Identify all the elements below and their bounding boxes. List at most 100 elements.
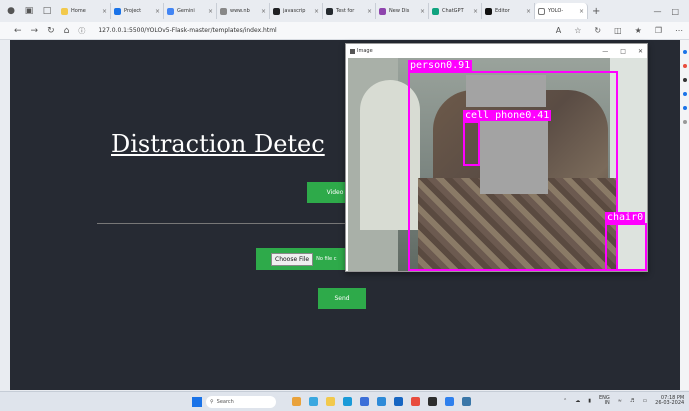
tab-label: Test for: [336, 8, 355, 14]
store-icon[interactable]: [360, 397, 369, 406]
copilot-icon[interactable]: [682, 50, 687, 54]
image-close-icon[interactable]: ✕: [638, 48, 643, 55]
read-aloud-icon[interactable]: A: [556, 26, 561, 35]
choose-file-button[interactable]: Choose File: [271, 252, 314, 266]
wifi-icon[interactable]: ≈: [618, 398, 622, 404]
camera-feed: person0.91 cell phone0.41 chair0: [348, 58, 647, 271]
tab-close-icon[interactable]: ×: [155, 8, 160, 15]
edge-icon[interactable]: [343, 397, 352, 406]
image-window-title: Image: [357, 48, 373, 54]
tab-favicon-icon: [167, 7, 174, 15]
tab-favicon-icon: [61, 7, 68, 15]
split-screen-icon[interactable]: ◫: [614, 26, 622, 35]
taskbar: ⚲ Search ⌃ ☁ ▮ ENG IN ≈ ♬ ▭ 07:18 PM 26-: [0, 391, 689, 411]
brave-icon[interactable]: [411, 397, 420, 406]
send-button[interactable]: Send: [318, 288, 366, 309]
image-minimize-icon[interactable]: —: [602, 48, 608, 55]
image-window[interactable]: Image — □ ✕ person0.91 cell phone0.41 ch…: [345, 43, 648, 272]
python-icon[interactable]: [462, 397, 471, 406]
tray-overflow-icon[interactable]: ⌃: [563, 398, 567, 404]
tab-favicon-icon: [273, 7, 280, 15]
person-detection-label: person0.91: [408, 60, 473, 71]
new-tab-button[interactable]: +: [592, 6, 600, 17]
tab-label: Project: [124, 8, 142, 14]
language-indicator[interactable]: ENG IN: [599, 396, 610, 406]
favorite-icon[interactable]: ☆: [574, 26, 581, 35]
battery-icon[interactable]: ▭: [642, 398, 647, 404]
chair-bounding-box: [605, 223, 647, 271]
tab-close-icon[interactable]: ×: [526, 8, 531, 15]
taskbar-search[interactable]: ⚲ Search: [206, 396, 276, 408]
file-explorer-icon[interactable]: [326, 397, 335, 406]
tab-favicon-icon: [326, 7, 333, 15]
system-tray: ⌃ ☁ ▮ ENG IN ≈ ♬ ▭ 07:18 PM 26-03-2024: [563, 396, 684, 406]
tab-favicon-icon: [114, 7, 121, 15]
vscode-icon[interactable]: [445, 397, 454, 406]
collections-icon[interactable]: ❐: [655, 26, 662, 35]
forward-icon[interactable]: →: [31, 26, 39, 36]
maximize-icon[interactable]: □: [671, 7, 679, 16]
image-maximize-icon[interactable]: □: [620, 48, 626, 55]
browser-tab[interactable]: javascrip ×: [270, 3, 323, 19]
profile-icon[interactable]: ●: [4, 4, 18, 18]
widget-icon[interactable]: [292, 397, 301, 406]
home-icon[interactable]: ⌂: [64, 26, 70, 36]
mail-icon[interactable]: [394, 397, 403, 406]
tab-label: javascrip: [283, 8, 306, 14]
tools-icon[interactable]: [682, 78, 687, 82]
tab-close-icon[interactable]: ×: [208, 8, 213, 15]
browser-tab[interactable]: Gemini ×: [164, 3, 217, 19]
shopping-icon[interactable]: [682, 64, 687, 68]
no-file-label: No file c: [316, 256, 337, 262]
terminal-icon[interactable]: [428, 397, 437, 406]
page-title: Distraction Detec: [111, 130, 325, 158]
windows-start-icon[interactable]: [192, 397, 202, 407]
tab-label: Editor: [495, 8, 510, 14]
tab-favicon-icon: [379, 7, 386, 15]
tab-actions-icon[interactable]: □: [40, 4, 54, 18]
browser-tab[interactable]: Test for ×: [323, 3, 376, 19]
cloud-icon[interactable]: ☁: [575, 398, 580, 404]
tab-close-icon[interactable]: ×: [102, 8, 107, 15]
tab-favicon-icon: [220, 7, 227, 15]
more-icon[interactable]: ⋯: [675, 26, 683, 35]
sidebar: [680, 40, 689, 390]
browser-tab-strip: ● ▣ □ Home × Project × Gemini × www.nb × javascr…: [0, 0, 689, 22]
tab-label: New Dis: [389, 8, 410, 14]
back-icon[interactable]: ←: [14, 26, 22, 36]
browser-tab[interactable]: YOLO- ×: [535, 3, 588, 19]
volume-icon[interactable]: ♬: [630, 398, 634, 404]
tab-close-icon[interactable]: ×: [261, 8, 266, 15]
search-placeholder: Search: [216, 399, 234, 405]
office-icon[interactable]: [682, 106, 687, 110]
favorites-icon[interactable]: ★: [635, 26, 642, 35]
browser-tab[interactable]: Project ×: [111, 3, 164, 19]
browser-tab[interactable]: Home ×: [58, 3, 111, 19]
add-icon[interactable]: [682, 120, 687, 124]
refresh-page-icon[interactable]: ↻: [594, 26, 601, 35]
clock[interactable]: 07:18 PM 26-03-2024: [655, 396, 684, 406]
tab-close-icon[interactable]: ×: [420, 8, 425, 15]
games-icon[interactable]: [682, 92, 687, 96]
phone-detection-label: cell phone0.41: [463, 110, 552, 121]
tab-close-icon[interactable]: ×: [473, 8, 478, 15]
workspaces-icon[interactable]: ▣: [22, 4, 36, 18]
browser-tab[interactable]: www.nb ×: [217, 3, 270, 19]
app-icon: [350, 48, 355, 54]
battery-saver-icon[interactable]: ▮: [588, 398, 591, 404]
tab-favicon-icon: [485, 7, 492, 15]
refresh-icon[interactable]: ↻: [47, 26, 55, 36]
browser-tab[interactable]: New Dis ×: [376, 3, 429, 19]
minimize-icon[interactable]: —: [653, 7, 661, 16]
person-bounding-box: [408, 71, 618, 271]
photos-icon[interactable]: [377, 397, 386, 406]
tab-close-icon[interactable]: ×: [367, 8, 372, 15]
browser-tab[interactable]: ChatGPT ×: [429, 3, 482, 19]
url-field[interactable]: 127.0.0.1:5500/YOLOv5-Flask-master/templ…: [98, 27, 276, 34]
site-info-icon[interactable]: ⓘ: [78, 26, 85, 36]
image-window-titlebar[interactable]: Image — □ ✕: [346, 44, 647, 58]
copilot-taskbar-icon[interactable]: [309, 397, 318, 406]
tab-close-icon[interactable]: ×: [579, 8, 584, 15]
browser-tab[interactable]: Editor ×: [482, 3, 535, 19]
tab-close-icon[interactable]: ×: [314, 8, 319, 15]
